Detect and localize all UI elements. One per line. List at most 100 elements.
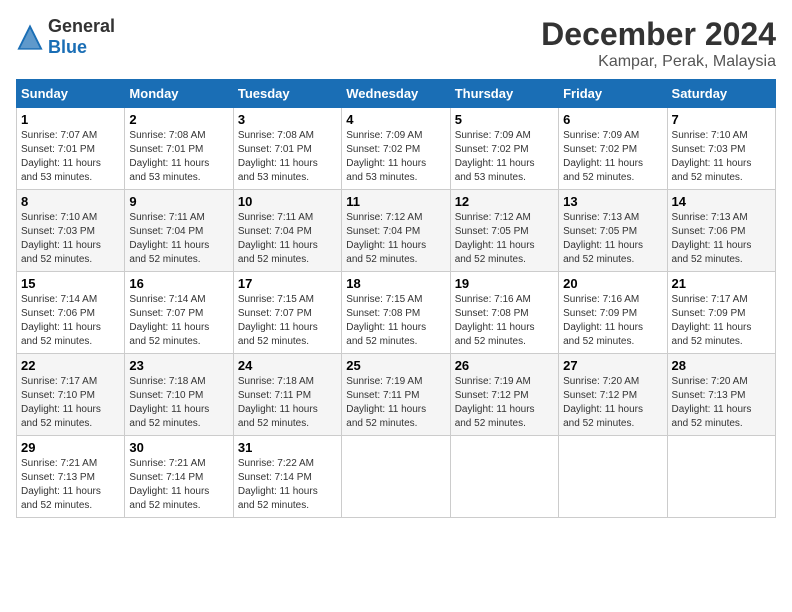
day-cell-18: 18 Sunrise: 7:15 AMSunset: 7:08 PMDayligh… [342,272,450,354]
day-info: Sunrise: 7:17 AMSunset: 7:10 PMDaylight:… [21,375,120,431]
day-info: Sunrise: 7:07 AMSunset: 7:01 PMDaylight:… [21,129,120,185]
week-row-2: 8 Sunrise: 7:10 AMSunset: 7:03 PMDaylight… [17,190,776,272]
day-info: Sunrise: 7:13 AMSunset: 7:05 PMDaylight:… [563,211,662,267]
title-block: December 2024 Kampar, Perak, Malaysia [541,16,776,71]
logo: General Blue [16,16,115,58]
day-number: 23 [129,358,228,373]
day-number: 5 [455,112,554,127]
day-cell-25: 25 Sunrise: 7:19 AMSunset: 7:11 PMDayligh… [342,354,450,436]
header-sunday: Sunday [17,80,125,108]
header-thursday: Thursday [450,80,558,108]
day-number: 15 [21,276,120,291]
day-info: Sunrise: 7:19 AMSunset: 7:11 PMDaylight:… [346,375,445,431]
day-number: 28 [672,358,771,373]
calendar-body: 1 Sunrise: 7:07 AMSunset: 7:01 PMDaylight… [17,108,776,518]
day-number: 16 [129,276,228,291]
day-number: 4 [346,112,445,127]
empty-cell [450,436,558,518]
day-info: Sunrise: 7:20 AMSunset: 7:12 PMDaylight:… [563,375,662,431]
day-number: 18 [346,276,445,291]
month-title: December 2024 [541,16,776,53]
page-header: General Blue December 2024 Kampar, Perak… [16,16,776,71]
day-info: Sunrise: 7:09 AMSunset: 7:02 PMDaylight:… [455,129,554,185]
day-info: Sunrise: 7:08 AMSunset: 7:01 PMDaylight:… [129,129,228,185]
day-info: Sunrise: 7:09 AMSunset: 7:02 PMDaylight:… [563,129,662,185]
week-row-4: 22 Sunrise: 7:17 AMSunset: 7:10 PMDayligh… [17,354,776,436]
week-row-1: 1 Sunrise: 7:07 AMSunset: 7:01 PMDaylight… [17,108,776,190]
day-number: 25 [346,358,445,373]
week-row-5: 29 Sunrise: 7:21 AMSunset: 7:13 PMDayligh… [17,436,776,518]
day-cell-3: 3 Sunrise: 7:08 AMSunset: 7:01 PMDaylight… [233,108,341,190]
day-info: Sunrise: 7:12 AMSunset: 7:04 PMDaylight:… [346,211,445,267]
day-cell-15: 15 Sunrise: 7:14 AMSunset: 7:06 PMDayligh… [17,272,125,354]
day-info: Sunrise: 7:11 AMSunset: 7:04 PMDaylight:… [129,211,228,267]
day-number: 22 [21,358,120,373]
day-cell-11: 11Sunrise: 7:12 AMSunset: 7:04 PMDayligh… [342,190,450,272]
day-number: 13 [563,194,662,209]
day-info: Sunrise: 7:16 AMSunset: 7:08 PMDaylight:… [455,293,554,349]
day-info: Sunrise: 7:10 AMSunset: 7:03 PMDaylight:… [21,211,120,267]
day-cell-10: 10Sunrise: 7:11 AMSunset: 7:04 PMDayligh… [233,190,341,272]
day-number: 1 [21,112,120,127]
logo-general: General [48,16,115,36]
day-info: Sunrise: 7:18 AMSunset: 7:11 PMDaylight:… [238,375,337,431]
empty-cell [342,436,450,518]
day-number: 21 [672,276,771,291]
day-info: Sunrise: 7:22 AMSunset: 7:14 PMDaylight:… [238,457,337,513]
day-number: 19 [455,276,554,291]
day-cell-30: 30 Sunrise: 7:21 AMSunset: 7:14 PMDayligh… [125,436,233,518]
day-number: 9 [129,194,228,209]
day-info: Sunrise: 7:15 AMSunset: 7:07 PMDaylight:… [238,293,337,349]
day-cell-21: 21 Sunrise: 7:17 AMSunset: 7:09 PMDayligh… [667,272,775,354]
calendar-table: Sunday Monday Tuesday Wednesday Thursday… [16,79,776,518]
day-number: 12 [455,194,554,209]
day-cell-26: 26 Sunrise: 7:19 AMSunset: 7:12 PMDayligh… [450,354,558,436]
day-cell-29: 29 Sunrise: 7:21 AMSunset: 7:13 PMDayligh… [17,436,125,518]
day-cell-7: 7Sunrise: 7:10 AMSunset: 7:03 PMDaylight… [667,108,775,190]
day-number: 3 [238,112,337,127]
day-info: Sunrise: 7:12 AMSunset: 7:05 PMDaylight:… [455,211,554,267]
day-info: Sunrise: 7:09 AMSunset: 7:02 PMDaylight:… [346,129,445,185]
day-info: Sunrise: 7:21 AMSunset: 7:13 PMDaylight:… [21,457,120,513]
empty-cell [667,436,775,518]
day-cell-8: 8 Sunrise: 7:10 AMSunset: 7:03 PMDaylight… [17,190,125,272]
day-number: 8 [21,194,120,209]
day-number: 26 [455,358,554,373]
day-info: Sunrise: 7:08 AMSunset: 7:01 PMDaylight:… [238,129,337,185]
day-number: 7 [672,112,771,127]
logo-icon [16,23,44,51]
header-monday: Monday [125,80,233,108]
day-number: 29 [21,440,120,455]
day-cell-19: 19 Sunrise: 7:16 AMSunset: 7:08 PMDayligh… [450,272,558,354]
day-number: 10 [238,194,337,209]
day-info: Sunrise: 7:17 AMSunset: 7:09 PMDaylight:… [672,293,771,349]
day-info: Sunrise: 7:15 AMSunset: 7:08 PMDaylight:… [346,293,445,349]
day-cell-28: 28 Sunrise: 7:20 AMSunset: 7:13 PMDayligh… [667,354,775,436]
day-info: Sunrise: 7:16 AMSunset: 7:09 PMDaylight:… [563,293,662,349]
header-row: Sunday Monday Tuesday Wednesday Thursday… [17,80,776,108]
header-wednesday: Wednesday [342,80,450,108]
header-tuesday: Tuesday [233,80,341,108]
day-number: 31 [238,440,337,455]
day-info: Sunrise: 7:21 AMSunset: 7:14 PMDaylight:… [129,457,228,513]
day-info: Sunrise: 7:20 AMSunset: 7:13 PMDaylight:… [672,375,771,431]
day-info: Sunrise: 7:14 AMSunset: 7:06 PMDaylight:… [21,293,120,349]
week-row-3: 15 Sunrise: 7:14 AMSunset: 7:06 PMDayligh… [17,272,776,354]
day-number: 6 [563,112,662,127]
logo-blue: Blue [48,37,87,57]
day-cell-4: 4 Sunrise: 7:09 AMSunset: 7:02 PMDaylight… [342,108,450,190]
day-cell-14: 14Sunrise: 7:13 AMSunset: 7:06 PMDayligh… [667,190,775,272]
day-number: 14 [672,194,771,209]
day-info: Sunrise: 7:19 AMSunset: 7:12 PMDaylight:… [455,375,554,431]
day-cell-23: 23 Sunrise: 7:18 AMSunset: 7:10 PMDayligh… [125,354,233,436]
day-cell-6: 6 Sunrise: 7:09 AMSunset: 7:02 PMDaylight… [559,108,667,190]
day-cell-13: 13 Sunrise: 7:13 AMSunset: 7:05 PMDayligh… [559,190,667,272]
day-info: Sunrise: 7:14 AMSunset: 7:07 PMDaylight:… [129,293,228,349]
day-number: 30 [129,440,228,455]
day-cell-17: 17Sunrise: 7:15 AMSunset: 7:07 PMDayligh… [233,272,341,354]
empty-cell [559,436,667,518]
day-info: Sunrise: 7:18 AMSunset: 7:10 PMDaylight:… [129,375,228,431]
day-cell-1: 1 Sunrise: 7:07 AMSunset: 7:01 PMDaylight… [17,108,125,190]
day-cell-27: 27Sunrise: 7:20 AMSunset: 7:12 PMDayligh… [559,354,667,436]
day-cell-5: 5 Sunrise: 7:09 AMSunset: 7:02 PMDaylight… [450,108,558,190]
